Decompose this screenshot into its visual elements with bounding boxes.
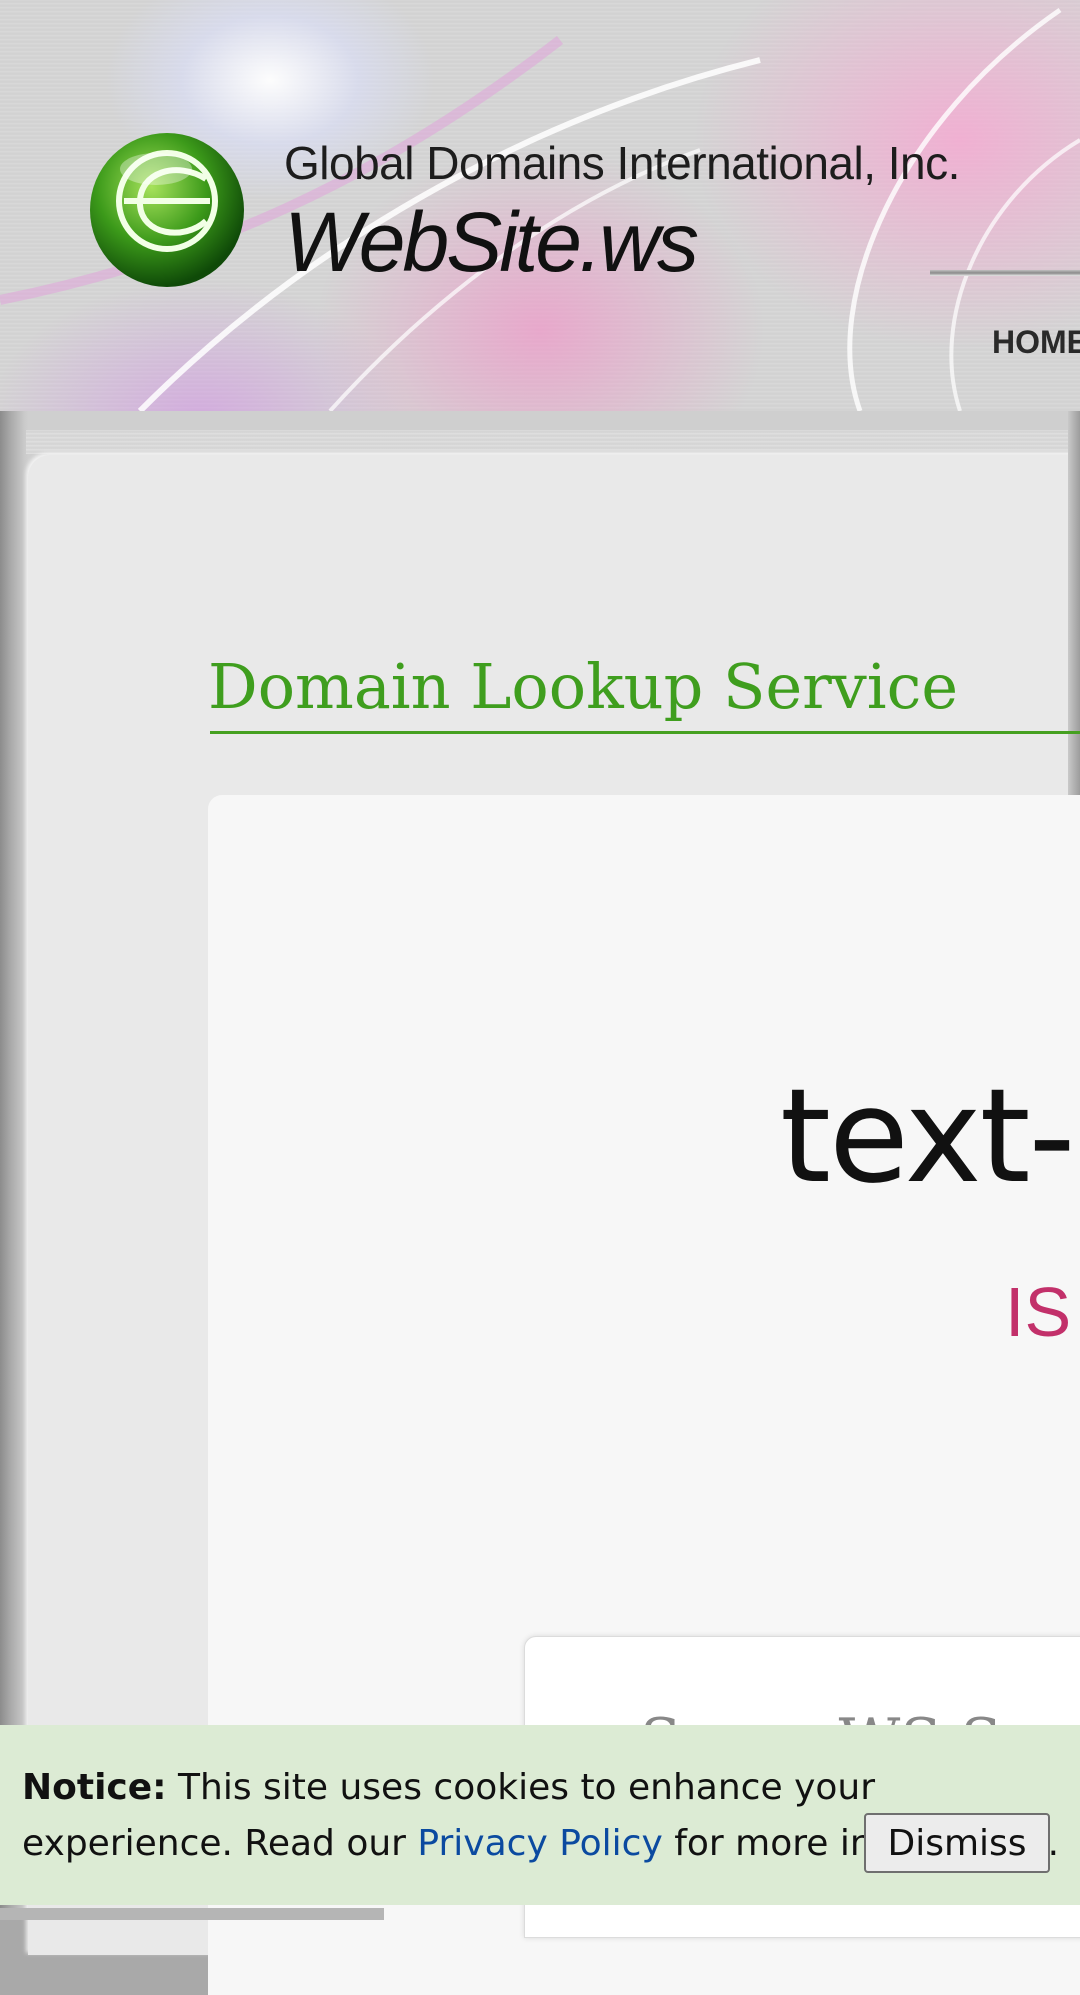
nav-home-link[interactable]: HOME (992, 324, 1080, 361)
availability-status: IS (1005, 1273, 1072, 1351)
dismiss-button[interactable]: Dismiss (864, 1813, 1050, 1873)
globe-logo-icon[interactable] (88, 131, 246, 289)
content-top-strip (26, 430, 1080, 454)
page-title: Domain Lookup Service (208, 650, 959, 723)
site-header: Global Domains International, Inc. WebSi… (0, 0, 1080, 411)
cookie-notice-label: Notice: (22, 1767, 167, 1808)
looked-up-domain: text- (780, 1060, 1075, 1212)
privacy-policy-link[interactable]: Privacy Policy (417, 1823, 662, 1864)
nav-divider (930, 270, 1080, 276)
company-name: Global Domains International, Inc. (284, 137, 960, 189)
brand-name: WebSite.ws (284, 195, 699, 289)
horizontal-scrollbar[interactable] (0, 1908, 384, 1920)
title-underline (210, 731, 1080, 734)
